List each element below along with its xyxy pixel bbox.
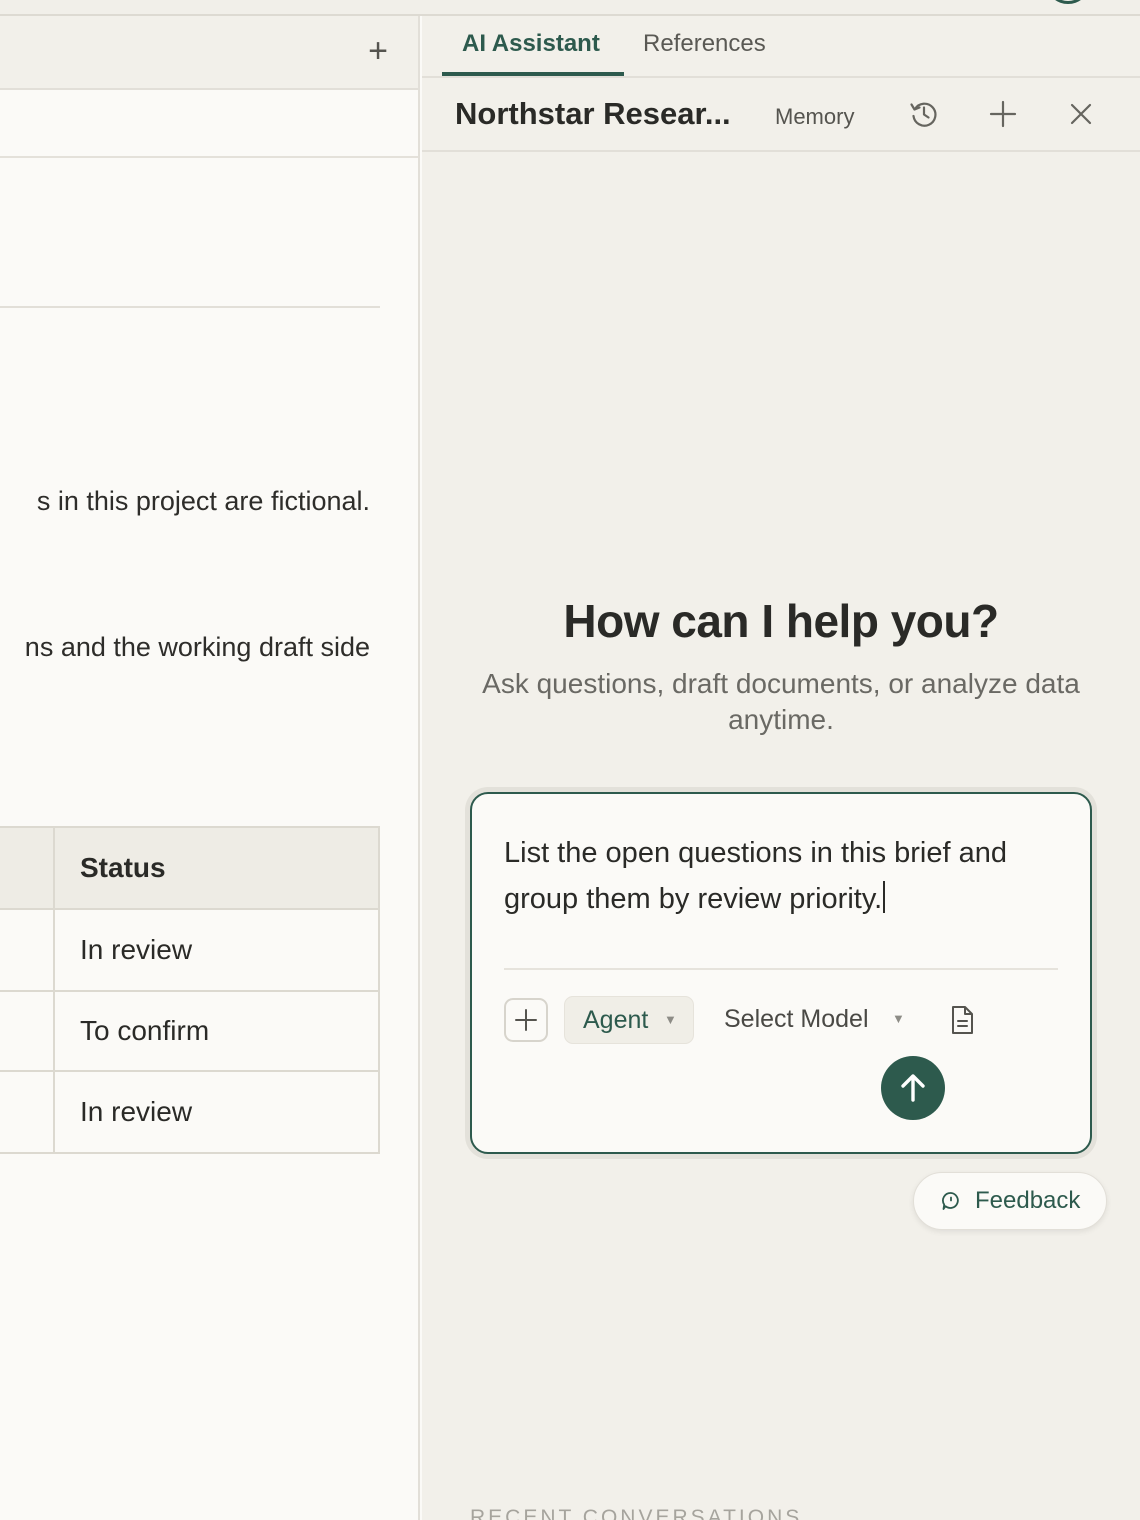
- attach-button[interactable]: [504, 998, 548, 1042]
- chevron-down-icon: ▼: [892, 1011, 905, 1026]
- status-table: Status In review To confirm In review: [0, 826, 380, 1154]
- add-tab-button[interactable]: +: [364, 34, 392, 68]
- tab-ai-assistant[interactable]: AI Assistant: [462, 30, 600, 58]
- message-input-text: List the open questions in this brief an…: [504, 837, 1007, 915]
- table-header-row: Status: [0, 826, 380, 910]
- mode-selector[interactable]: Agent ▼: [564, 996, 694, 1044]
- document-pane: + s in this project are fictional. ns an…: [0, 16, 420, 1520]
- plus-icon[interactable]: [987, 98, 1019, 130]
- composer-divider: [504, 968, 1058, 970]
- table-header-cell: [0, 826, 55, 910]
- status-cell: In review: [53, 908, 380, 992]
- toolbar-divider: [0, 156, 418, 158]
- table-row: To confirm: [0, 990, 380, 1072]
- status-cell: In review: [53, 1070, 380, 1154]
- plus-icon: [515, 1009, 537, 1031]
- tab-references[interactable]: References: [643, 30, 766, 58]
- assistant-tabs: AI Assistant References: [422, 16, 1140, 78]
- welcome-heading: How can I help you?: [563, 595, 999, 647]
- feedback-label: Feedback: [975, 1187, 1081, 1214]
- send-button[interactable]: [881, 1056, 945, 1120]
- close-icon[interactable]: [1065, 98, 1097, 130]
- avatar[interactable]: [1048, 0, 1088, 4]
- model-selector[interactable]: Select Model ▼: [724, 996, 910, 1044]
- recent-conversations-heading: RECENT CONVERSATIONS: [470, 1506, 803, 1520]
- status-cell: To confirm: [53, 990, 380, 1072]
- arrow-up-icon: [901, 1074, 925, 1102]
- table-cell: [0, 990, 55, 1072]
- mode-label: Agent: [583, 1006, 649, 1034]
- welcome-subtitle: Ask questions, draft documents, or analy…: [482, 668, 1080, 735]
- table-cell: [0, 908, 55, 992]
- history-icon[interactable]: [908, 98, 940, 130]
- table-row: In review: [0, 908, 380, 992]
- table-row: In review: [0, 1070, 380, 1154]
- status-column-header: Status: [53, 826, 380, 910]
- conversation-title: Northstar Resear...: [455, 96, 731, 131]
- chat-bubble-icon: [942, 1192, 959, 1210]
- memory-button[interactable]: Memory: [775, 104, 854, 130]
- document-icon[interactable]: [948, 1004, 976, 1036]
- model-label: Select Model: [724, 1005, 869, 1033]
- assistant-pane: AI Assistant References Northstar Resear…: [422, 16, 1140, 1520]
- document-paragraph: ns and the working draft side: [24, 632, 370, 662]
- text-caret: [883, 881, 886, 913]
- document-tab-bar: +: [0, 16, 418, 90]
- message-composer: List the open questions in this brief an…: [470, 792, 1092, 1154]
- table-cell: [0, 1070, 55, 1154]
- assistant-header: Northstar Resear... Memory: [422, 78, 1140, 152]
- active-tab-indicator: [442, 72, 624, 76]
- document-paragraph: s in this project are fictional.: [36, 486, 370, 516]
- message-input[interactable]: List the open questions in this brief an…: [504, 830, 1064, 922]
- section-divider: [0, 306, 380, 308]
- chevron-down-icon: ▼: [664, 1012, 677, 1027]
- feedback-button[interactable]: Feedback: [913, 1172, 1107, 1230]
- top-bar: [0, 0, 1140, 16]
